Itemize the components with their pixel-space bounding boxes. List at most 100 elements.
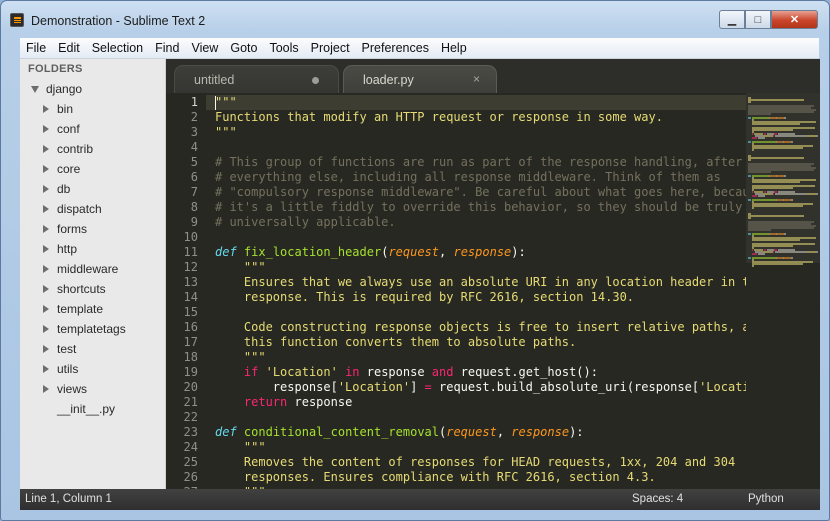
minimap-line (816, 251, 818, 253)
minimap-line (776, 233, 784, 235)
tree-folder-label: templatetags (57, 322, 126, 336)
tree-folder-label: core (57, 162, 81, 176)
menu-view[interactable]: View (185, 41, 224, 55)
tree-folder-bin[interactable]: bin (43, 99, 73, 119)
maximize-button[interactable]: □ (745, 10, 771, 29)
minimap-line (816, 135, 818, 137)
tree-folder-contrib[interactable]: contrib (43, 139, 93, 159)
close-tab-icon[interactable]: × (473, 72, 480, 86)
code-token: 'Location' (699, 380, 747, 394)
code-token: response (287, 395, 353, 409)
minimap-line (776, 175, 784, 177)
tree-folder-middleware[interactable]: middleware (43, 259, 118, 279)
code-token: = (424, 380, 432, 394)
tree-folder-views[interactable]: views (43, 379, 87, 399)
tab-loader-py[interactable]: loader.py × (343, 65, 497, 93)
collapsed-arrow-icon (43, 225, 49, 233)
tree-file-label: __init__.py (57, 402, 116, 416)
collapsed-arrow-icon (43, 285, 49, 293)
minimap-line (775, 251, 808, 253)
title-bar[interactable]: Demonstration - Sublime Text 2 ▁ □ ✕ (1, 1, 829, 37)
minimap-line (748, 99, 804, 101)
line-number: 25 (183, 455, 198, 469)
menu-edit[interactable]: Edit (52, 41, 86, 55)
code-token: return (243, 395, 288, 409)
tab-untitled[interactable]: untitled (174, 65, 339, 93)
minimap-line (751, 123, 801, 125)
tree-folder-http[interactable]: http (43, 239, 77, 259)
line-number: 23 (183, 425, 198, 439)
menu-project[interactable]: Project (305, 41, 356, 55)
line-number: 3 (190, 125, 198, 139)
tree-folder-template[interactable]: template (43, 299, 103, 319)
code-token: 'Location' (265, 365, 338, 379)
code-line: response. This is required by RFC 2616, … (215, 290, 634, 305)
tree-folder-label: conf (57, 122, 80, 136)
status-bar: Line 1, Column 1 Spaces: 4 Python (20, 489, 820, 510)
code-token: request (446, 425, 497, 439)
code-token: # it's a little fiddly to override this … (215, 200, 743, 214)
code-token: , (496, 425, 512, 439)
collapsed-arrow-icon (43, 205, 49, 213)
code-token: response[ (215, 380, 338, 394)
unsaved-dot-icon[interactable] (312, 77, 319, 84)
code-line: """ (215, 260, 266, 275)
minimap-line (751, 147, 803, 149)
menu-find[interactable]: Find (149, 41, 185, 55)
minimize-button[interactable]: ▁ (719, 10, 745, 29)
tree-folder-utils[interactable]: utils (43, 359, 78, 379)
code-token: Removes the content of responses for HEA… (215, 455, 736, 469)
minimap-line (748, 257, 751, 259)
line-number: 20 (183, 380, 198, 394)
expanded-arrow-icon (31, 85, 39, 93)
indentation-setting[interactable]: Spaces: 4 (632, 493, 683, 505)
minimap[interactable] (746, 93, 820, 489)
code-line: def fix_location_header(request, respons… (215, 245, 526, 260)
minimap-line (751, 245, 793, 247)
minimap-line (751, 265, 755, 267)
tree-folder-core[interactable]: core (43, 159, 80, 179)
code-line: Functions that modify an HTTP request or… (215, 110, 663, 125)
collapsed-arrow-icon (43, 245, 49, 253)
tree-folder-test[interactable]: test (43, 339, 76, 359)
code-token: def (215, 425, 237, 439)
minimap-line (773, 251, 775, 253)
sublime-app-icon (10, 13, 24, 27)
collapsed-arrow-icon (43, 145, 49, 153)
collapsed-arrow-icon (43, 185, 49, 193)
minimap-line (748, 159, 751, 161)
tree-folder-forms[interactable]: forms (43, 219, 87, 239)
menu-goto[interactable]: Goto (224, 41, 263, 55)
code-editor[interactable]: 1 2 3 4 5 6 7 8 9 10 11 12 13 14 15 16 17 18 19 20 21 22 23 24 2… (166, 93, 820, 489)
menu-file[interactable]: File (20, 41, 52, 55)
menu-preferences[interactable]: Preferences (356, 41, 435, 55)
menu-tools[interactable]: Tools (263, 41, 304, 55)
minimap-line (751, 207, 755, 209)
minimap-line (784, 117, 786, 119)
window-title: Demonstration - Sublime Text 2 (31, 14, 206, 28)
tree-file-init-py[interactable]: __init__.py (57, 399, 115, 419)
tree-folder-shortcuts[interactable]: shortcuts (43, 279, 106, 299)
minimap-line (748, 199, 751, 201)
tree-folder-dispatch[interactable]: dispatch (43, 199, 102, 219)
tree-folder-conf[interactable]: conf (43, 119, 80, 139)
menu-selection[interactable]: Selection (86, 41, 149, 55)
syntax-mode[interactable]: Python (748, 493, 784, 505)
tree-folder-label: test (57, 342, 77, 356)
code-token: request.get_host(): (453, 365, 598, 379)
tree-folder-db[interactable]: db (43, 179, 70, 199)
minimap-line (748, 171, 771, 173)
minimap-line (784, 233, 786, 235)
tree-folder-templatetags[interactable]: templatetags (43, 319, 126, 339)
code-token: ): (511, 245, 526, 259)
code-line: # "compulsory response middleware". Be c… (215, 185, 747, 200)
tree-folder-django[interactable]: django (31, 79, 82, 99)
line-number: 6 (190, 170, 198, 184)
code-line: # it's a little fiddly to override this … (215, 200, 742, 215)
code-text-area[interactable]: """ Functions that modify an HTTP request… (215, 93, 747, 489)
minimap-line (748, 233, 751, 235)
close-window-button[interactable]: ✕ (771, 10, 818, 29)
tree-folder-label: shortcuts (57, 282, 106, 296)
collapsed-arrow-icon (43, 365, 49, 373)
menu-help[interactable]: Help (435, 41, 473, 55)
